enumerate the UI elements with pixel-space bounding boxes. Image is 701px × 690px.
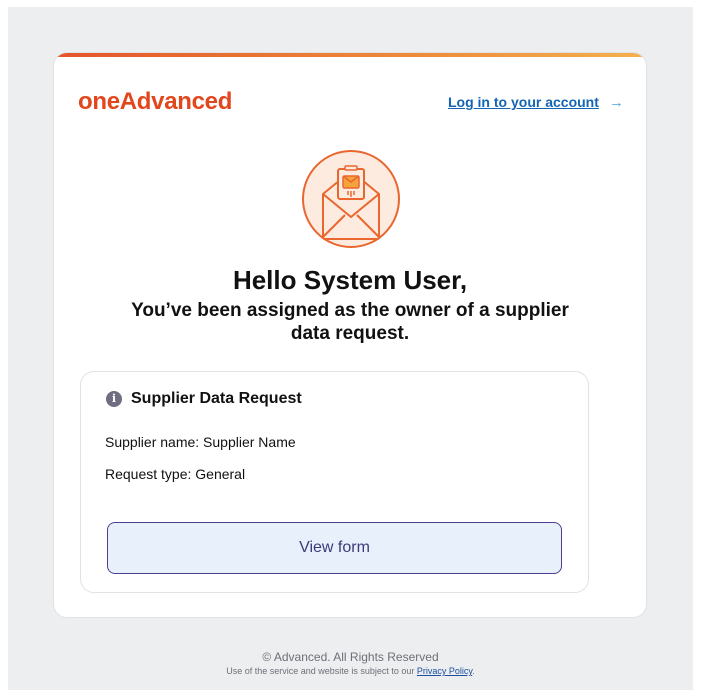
login-link-label[interactable]: Log in to your account <box>448 94 599 110</box>
greeting-heading: Hello System User, <box>232 265 468 295</box>
request-details-header: i Supplier Data Request <box>106 390 302 408</box>
oneadvanced-logo: oneAdvanced <box>78 88 233 115</box>
info-icon: i <box>106 391 122 407</box>
supplier-name-text: Supplier name: Supplier Name <box>105 434 296 450</box>
copyright-text: © Advanced. All Rights Reserved <box>262 650 439 664</box>
assignment-message-line2: data request. <box>290 323 410 344</box>
request-details-title: Supplier Data Request <box>131 390 302 407</box>
privacy-policy-link[interactable]: Privacy Policy <box>417 666 472 676</box>
terms-suffix: . <box>472 666 475 676</box>
terms-text: Use of the service and website is subjec… <box>0 665 701 677</box>
envelope-icon <box>302 150 400 248</box>
assignment-message-line1: You’ve been assigned as the owner of a s… <box>131 300 569 321</box>
login-link[interactable]: Log in to your account → <box>448 94 624 110</box>
request-type-text: Request type: General <box>105 466 246 482</box>
accent-bar <box>54 53 646 57</box>
email-card: oneAdvanced Log in to your account → Hel… <box>53 52 647 618</box>
request-details-card: i Supplier Data Request Supplier name: S… <box>80 371 589 593</box>
assignment-message: You’ve been assigned as the owner of a s… <box>54 299 646 345</box>
view-form-button[interactable]: View form <box>107 522 562 574</box>
arrow-right-icon: → <box>608 93 624 111</box>
footer: © Advanced. All Rights Reserved Use of t… <box>0 650 701 677</box>
terms-prefix: Use of the service and website is subjec… <box>226 666 417 676</box>
